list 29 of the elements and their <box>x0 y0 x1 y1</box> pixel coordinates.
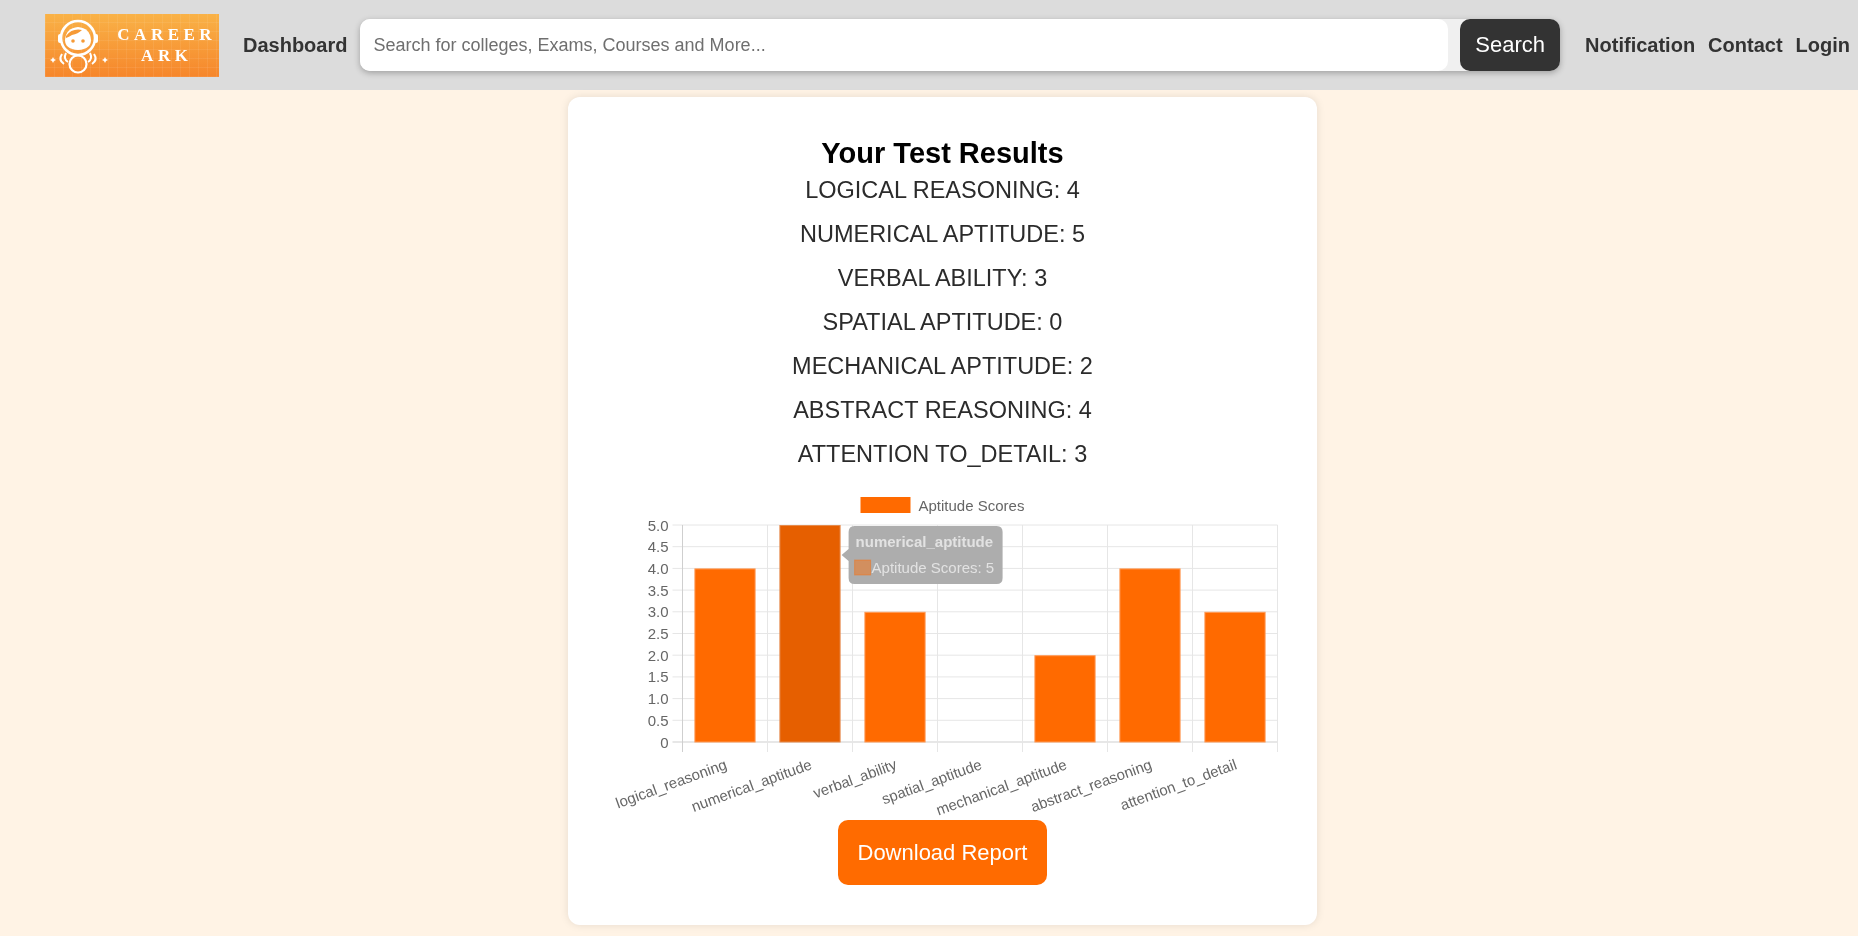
score-line: MECHANICAL APTITUDE: 2 <box>792 352 1093 380</box>
logo-text: ARK <box>141 45 193 66</box>
axis-tick-label: 0 <box>659 733 668 751</box>
axis-tick-label: 1.5 <box>647 668 668 686</box>
score-line: LOGICAL REASONING: 4 <box>805 176 1080 204</box>
axis-tick-label: 0.5 <box>647 711 668 729</box>
axis-tick-label: 4.5 <box>647 538 668 556</box>
legend-label: Aptitude Scores <box>918 497 1024 514</box>
axis-tick-label: 4.0 <box>647 559 668 577</box>
axis-tick-label: 5.0 <box>647 516 668 534</box>
score-line: SPATIAL APTITUDE: 0 <box>822 308 1063 336</box>
axis-tick-label: 2.0 <box>647 646 668 664</box>
logo-text: CAREER <box>117 24 217 45</box>
color-swatch-icon <box>853 559 871 576</box>
search-button[interactable]: Search <box>1460 19 1561 71</box>
axis-tick-label: 1.0 <box>647 690 668 708</box>
score-line: ABSTRACT REASONING: 4 <box>793 396 1092 424</box>
nav-link[interactable]: Notification <box>1585 33 1696 57</box>
search-field[interactable]: Search for colleges, Exams, Courses and More... <box>360 19 1449 71</box>
axis-tick-label: 2.5 <box>647 625 668 642</box>
axis-tick-label: 3.0 <box>647 603 668 621</box>
nav-link[interactable]: Dashboard <box>243 33 348 57</box>
nav-link[interactable]: Contact <box>1708 33 1783 57</box>
score-line: NUMERICAL APTITUDE: 5 <box>799 220 1086 248</box>
nav-link[interactable]: Login <box>1795 33 1850 57</box>
score-line: ATTENTION TO_DETAIL: 3 <box>797 440 1088 468</box>
axis-tick-label: 3.5 <box>647 581 668 599</box>
results-title: Your Test Results <box>821 136 1064 170</box>
score-line: VERBAL ABILITY: 3 <box>837 264 1048 292</box>
